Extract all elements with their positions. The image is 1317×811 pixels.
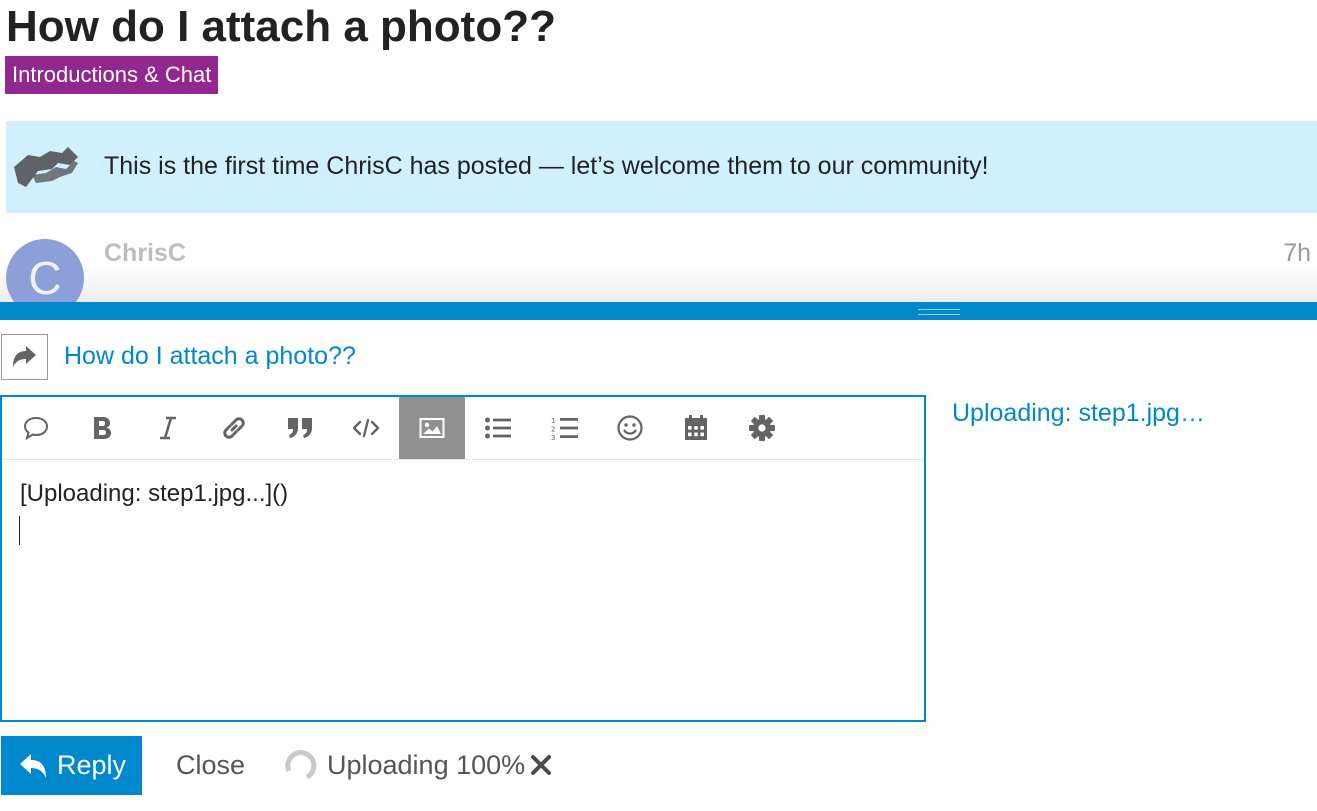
category-badge[interactable]: Introductions & Chat [5, 56, 219, 94]
toolbar-button-quote[interactable] [3, 397, 69, 459]
text-caret [19, 516, 20, 545]
composer-grip-bar[interactable] [0, 302, 1317, 320]
reply-button[interactable]: Reply [1, 736, 142, 795]
reply-button-label: Reply [57, 750, 127, 780]
toolbar-button-numbered-list[interactable]: 123 [531, 397, 597, 459]
toolbar-button-emoji[interactable] [597, 397, 663, 459]
reply-icon [20, 754, 46, 778]
italic-icon [158, 415, 178, 441]
quote-icon [22, 415, 50, 441]
handshake-icon [12, 137, 80, 193]
link-icon [220, 414, 248, 442]
notice-text: This is the first time ChrisC has posted… [104, 152, 989, 180]
code-icon [352, 417, 380, 439]
spinner-icon [285, 750, 317, 780]
bold-icon [91, 415, 113, 441]
svg-text:3: 3 [551, 434, 555, 441]
toolbar-button-gear[interactable] [729, 397, 795, 459]
numbered-list-icon: 123 [549, 415, 579, 441]
toolbar-button-code[interactable] [333, 397, 399, 459]
toolbar-button-bullet-list[interactable] [465, 397, 531, 459]
toolbar-button-blockquote[interactable] [267, 397, 333, 459]
upload-status: Uploading 100% [327, 750, 526, 780]
reply-action-button[interactable] [1, 334, 48, 380]
post-author[interactable]: ChrisC [104, 239, 186, 268]
toolbar-button-upload-image[interactable] [399, 397, 465, 459]
post-age[interactable]: 7h [1283, 239, 1311, 268]
editor-toolbar: 123 [2, 397, 924, 460]
grip-handle[interactable] [918, 309, 960, 315]
gear-icon [748, 414, 776, 442]
close-button[interactable]: Close [176, 749, 245, 781]
bullet-list-icon [484, 416, 512, 440]
first-post-notice: This is the first time ChrisC has posted… [6, 121, 1317, 213]
post-preview: C ChrisC 7h [0, 213, 1317, 303]
svg-text:1: 1 [551, 417, 555, 425]
editor-textarea[interactable]: [Uploading: step1.jpg...]() [20, 479, 288, 509]
toolbar-button-bold[interactable] [69, 397, 135, 459]
svg-text:2: 2 [551, 426, 555, 434]
composer-editor[interactable]: 123 [Uploading: step1.jpg...]() [0, 395, 926, 722]
upload-image-icon [419, 417, 445, 439]
blockquote-icon [286, 416, 314, 440]
preview-pane-text: Uploading: step1.jpg… [952, 399, 1205, 427]
toolbar-button-italic[interactable] [135, 397, 201, 459]
emoji-icon [616, 414, 644, 442]
toolbar-button-calendar[interactable] [663, 397, 729, 459]
avatar[interactable]: C [6, 239, 84, 303]
topic-title[interactable]: How do I attach a photo?? [6, 2, 556, 52]
reply-to-topic-link[interactable]: How do I attach a photo?? [64, 342, 356, 371]
share-icon [13, 346, 36, 367]
toolbar-button-link[interactable] [201, 397, 267, 459]
calendar-icon [683, 414, 709, 442]
cancel-upload-icon[interactable] [530, 752, 552, 778]
